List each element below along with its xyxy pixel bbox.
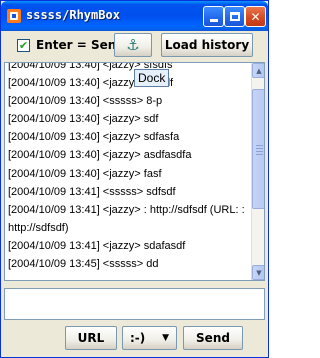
scroll-up-arrow-icon[interactable]: ▲ [252, 63, 264, 78]
chat-line: [2004/10/09 13:40] <jazzy> sdf [8, 113, 159, 126]
send-button[interactable]: Send [183, 326, 243, 350]
enter-send-checkbox[interactable]: ✔ [17, 38, 30, 52]
chat-line: [2004/10/09 13:40] <jazzy> sfsdfs [8, 62, 173, 71]
resize-grip-icon[interactable] [256, 346, 266, 356]
chat-line: http://sdfsdf) [8, 221, 69, 234]
chat-line: [2004/10/09 13:40] <jazzy> asdfasdfa [8, 149, 192, 162]
chat-line: [2004/10/09 13:41] <jazzy> sdafasdf [8, 239, 186, 252]
rhymbox-window: sssss/RhymBox ✕ ✔ Enter = Send ⚓ Load hi… [0, 0, 269, 358]
chat-log[interactable]: [2004/10/09 13:40] <jazzy> sfsdfs [2004/… [4, 62, 265, 281]
url-button[interactable]: URL [65, 326, 117, 350]
anchor-icon: ⚓ [126, 36, 140, 54]
chat-line: [2004/10/09 13:40] <jazzy> sdfasfa [8, 131, 180, 144]
minimize-icon [209, 18, 218, 22]
window-title: sssss/RhymBox [26, 8, 120, 22]
smiley-dropdown[interactable]: :-) ▼ [122, 326, 177, 350]
minimize-button[interactable] [203, 6, 224, 27]
chevron-down-icon: ▼ [162, 333, 169, 343]
chat-line: [2004/10/09 13:40] <jazzy> sdfsdf [8, 77, 174, 90]
thumb-grip [256, 148, 263, 149]
thumb-grip [256, 151, 263, 152]
maximize-button[interactable] [224, 6, 245, 27]
chat-line: [2004/10/09 13:41] <sssss> sdfsdf [8, 185, 176, 198]
anchor-button[interactable]: ⚓ [114, 33, 152, 57]
chat-scrollbar[interactable]: ▲ ▼ [251, 63, 264, 280]
chat-line: [2004/10/09 13:45] <sssss> dd [8, 258, 159, 271]
message-input[interactable] [4, 288, 265, 320]
chat-line: [2004/10/09 13:40] <jazzy> fasf [8, 167, 162, 180]
title-bar[interactable]: sssss/RhymBox ✕ [1, 1, 268, 31]
close-icon: ✕ [250, 9, 261, 24]
enter-send-option[interactable]: ✔ Enter = Send [17, 38, 125, 52]
thumb-grip [256, 154, 263, 155]
enter-send-label: Enter = Send [36, 38, 125, 52]
maximize-icon [229, 12, 240, 21]
chat-line: [2004/10/09 13:40] <sssss> 8-p [8, 95, 163, 108]
scrollbar-thumb[interactable] [252, 89, 264, 209]
thumb-grip [256, 145, 263, 146]
chat-line: [2004/10/09 13:41] <jazzy> : http://sdfs… [8, 203, 245, 216]
close-button[interactable]: ✕ [245, 6, 266, 27]
chat-lines: [2004/10/09 13:40] <jazzy> sfsdfs [2004/… [8, 62, 246, 273]
dock-tooltip: Dock [134, 69, 170, 87]
rhymbox-app-icon[interactable] [7, 9, 21, 23]
load-history-button[interactable]: Load history [161, 33, 253, 57]
scroll-down-arrow-icon[interactable]: ▼ [252, 265, 264, 280]
smiley-label: :-) [130, 331, 146, 345]
